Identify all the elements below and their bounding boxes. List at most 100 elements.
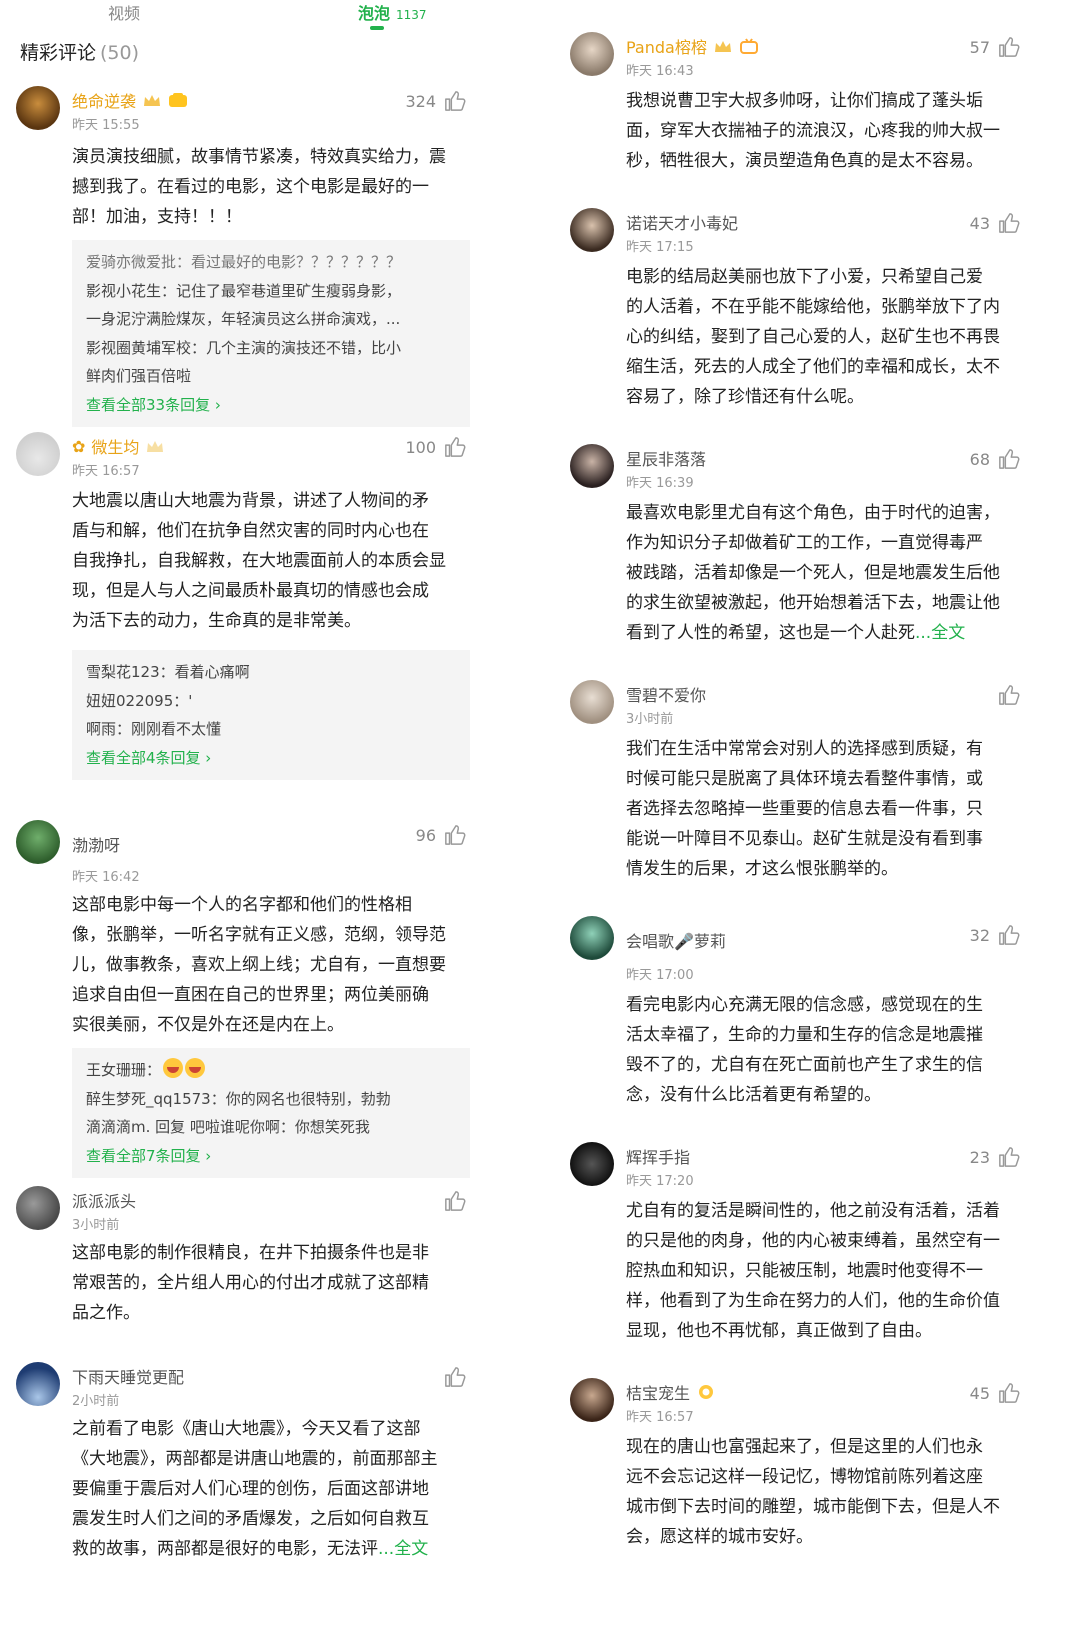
comment-author[interactable]: 会唱歌🎤萝莉 bbox=[626, 928, 726, 952]
reply-item[interactable]: 鲜肉们强百倍啦 bbox=[86, 362, 456, 391]
comment-line: 盾与和解，他们在抗争自然灾害的同时内心也在 bbox=[72, 521, 429, 541]
comment-author[interactable]: 绝命逆袭 bbox=[72, 88, 136, 112]
reply-item[interactable]: 影视小花生：记住了最窄巷道里矿生瘦弱身影， bbox=[86, 277, 456, 306]
comment-author[interactable]: 星辰非落落 bbox=[626, 446, 706, 470]
comment-line: 会，愿这样的城市安好。 bbox=[626, 1527, 813, 1547]
comment-line: 为活下去的动力，生命真的是非常美。 bbox=[72, 611, 361, 631]
comment-line: 电影的结局赵美丽也放下了小爱，只希望自己爱 bbox=[626, 267, 983, 287]
like-button[interactable] bbox=[990, 684, 1020, 706]
reply-item[interactable]: 啊雨：刚刚看不太懂 bbox=[86, 715, 456, 744]
comment-author[interactable]: 雪碧不爱你 bbox=[626, 682, 706, 706]
comment-author[interactable]: 下雨天睡觉更配 bbox=[72, 1364, 184, 1388]
comment-author[interactable]: Panda榕榕 bbox=[626, 34, 707, 58]
comment-line: 心的纠结，娶到了自己心爱的人，赵矿生也不再畏 bbox=[626, 327, 1000, 347]
laughing-emoji-icon bbox=[185, 1058, 206, 1078]
avatar[interactable] bbox=[570, 1378, 614, 1422]
comment-line: 要偏重于震后对人们心理的创伤，后面这部讲地 bbox=[72, 1479, 429, 1499]
tv-badge-icon bbox=[739, 38, 758, 54]
view-all-replies-link[interactable]: 查看全部4条回复 › bbox=[86, 744, 456, 773]
comment-line: 《大地震》，两部都是讲唐山地震的，前面那部主 bbox=[72, 1449, 438, 1469]
comment-time: 3小时前 bbox=[626, 712, 674, 727]
like-button[interactable]: 23 bbox=[970, 1146, 1020, 1168]
avatar[interactable] bbox=[16, 1362, 60, 1406]
level-badge-icon bbox=[699, 1385, 714, 1399]
avatar[interactable] bbox=[570, 680, 614, 724]
avatar[interactable] bbox=[16, 86, 60, 130]
like-button[interactable]: 43 bbox=[970, 212, 1020, 234]
comment-item: Panda榕榕 昨天 16:43 57 我想说曹卫宇大叔多帅呀，让你们搞成了蓬头… bbox=[570, 32, 1020, 192]
reply-item[interactable]: 一身泥泞满脸煤灰，年轻演员这么拼命演戏，... bbox=[86, 305, 456, 334]
comment-text: 我想说曹卫宇大叔多帅呀，让你们搞成了蓬头垢 面，穿军大衣揣袖子的流浪汉，心疼我的… bbox=[626, 86, 1026, 176]
reply-item[interactable]: 醉生梦死_qq1573：你的网名也很特别，勃勃 bbox=[86, 1085, 456, 1114]
like-button[interactable]: 68 bbox=[970, 448, 1020, 470]
like-button[interactable]: 100 bbox=[405, 436, 466, 458]
reply-item[interactable]: 爱骑亦微爱批：看过最好的电影？？？？？？？ bbox=[86, 248, 456, 277]
comment-author[interactable]: 渤渤呀 bbox=[72, 832, 120, 856]
avatar[interactable] bbox=[570, 208, 614, 252]
comment-line: 现在的唐山也富强起来了，但是这里的人们也永 bbox=[626, 1437, 983, 1457]
like-count: 57 bbox=[969, 37, 990, 57]
like-button[interactable] bbox=[436, 1366, 466, 1388]
comment-line: 缩生活，死去的人成全了他们的幸福和成长，太不 bbox=[626, 357, 1000, 377]
like-button[interactable]: 324 bbox=[405, 90, 466, 112]
comment-author[interactable]: 桔宝宠生 bbox=[626, 1380, 690, 1404]
comment-line: 能说一叶障目不见泰山。赵矿生就是没有看到事 bbox=[626, 829, 983, 849]
thumbs-up-icon bbox=[445, 1367, 466, 1387]
like-button[interactable]: 57 bbox=[970, 36, 1020, 58]
comment-line: 演员演技细腻，故事情节紧凑，特效真实给力，震 bbox=[72, 147, 446, 167]
comment-line: 追求自由但一直困在自己的世界里；两位美丽确 bbox=[72, 985, 429, 1005]
reply-item[interactable]: 妞妞022095：' bbox=[86, 687, 456, 716]
avatar[interactable] bbox=[570, 32, 614, 76]
tab-bar: 视频 泡泡 1137 bbox=[0, 0, 500, 34]
comment-time: 昨天 16:57 bbox=[72, 464, 140, 479]
like-count: 96 bbox=[415, 825, 436, 845]
section-count: (50) bbox=[100, 42, 140, 64]
full-text-link[interactable]: ...全文 bbox=[915, 623, 965, 643]
comment-time: 昨天 17:00 bbox=[626, 968, 694, 983]
comment-line: 作为知识分子却做着矿工的工作，一直觉得毒严 bbox=[626, 533, 983, 553]
crown-icon bbox=[147, 441, 164, 452]
thumbs-up-icon bbox=[999, 925, 1020, 945]
reply-item[interactable]: 影视圈黄埔军校：几个主演的演技还不错，比小 bbox=[86, 334, 456, 363]
comment-author[interactable]: 派派派头 bbox=[72, 1188, 136, 1212]
comment-line: 像，张鹏举，一听名字就有正义感，范纲，领导范 bbox=[72, 925, 446, 945]
comment-item: 桔宝宠生 昨天 16:57 45 现在的唐山也富强起来了，但是这里的人们也永 远… bbox=[570, 1378, 1020, 1568]
like-button[interactable] bbox=[436, 1190, 466, 1212]
comment-time: 昨天 16:42 bbox=[72, 870, 140, 885]
comment-line: 腔热血和知识，只能被压制，地震时他变得不一 bbox=[626, 1261, 983, 1281]
avatar[interactable] bbox=[16, 820, 60, 864]
like-button[interactable]: 32 bbox=[970, 924, 1020, 946]
view-all-replies-link[interactable]: 查看全部33条回复 › bbox=[86, 391, 456, 420]
comment-line: 撼到我了。在看过的电影，这个电影是最好的一 bbox=[72, 177, 429, 197]
comment-author[interactable]: 微生均 bbox=[91, 434, 139, 458]
comment-line: 救的故事，两部都是很好的电影，无法评 bbox=[72, 1539, 378, 1559]
avatar[interactable] bbox=[570, 444, 614, 488]
like-button[interactable]: 45 bbox=[970, 1382, 1020, 1404]
tab-video[interactable]: 视频 bbox=[108, 0, 140, 24]
reply-item[interactable]: 滴滴滴m. 回复 吧啦谁呢你啊：你想笑死我 bbox=[86, 1113, 456, 1142]
avatar[interactable] bbox=[570, 916, 614, 960]
tab-bubble[interactable]: 泡泡 1137 bbox=[358, 0, 427, 24]
thumbs-up-icon bbox=[445, 1191, 466, 1211]
comment-time: 3小时前 bbox=[72, 1218, 120, 1233]
vip-badge-icon bbox=[169, 93, 188, 107]
comment-line-last: 看到了人性的希望，这也是一个人赴死...全文 bbox=[626, 618, 1026, 648]
comment-line: 城市倒下去时间的雕塑，城市能倒下去，但是人不 bbox=[626, 1497, 1000, 1517]
reply-item[interactable]: 王女珊珊： bbox=[86, 1056, 456, 1085]
comment-text: 大地震以唐山大地震为背景，讲述了人物间的矛 盾与和解，他们在抗争自然灾害的同时内… bbox=[72, 486, 472, 636]
avatar[interactable] bbox=[16, 432, 60, 476]
full-text-link[interactable]: ...全文 bbox=[378, 1539, 428, 1559]
comment-line: 远不会忘记这样一段记忆，博物馆前陈列着这座 bbox=[626, 1467, 983, 1487]
avatar[interactable] bbox=[16, 1186, 60, 1230]
like-button[interactable]: 96 bbox=[416, 824, 466, 846]
comment-author[interactable]: 辉挥手指 bbox=[626, 1144, 690, 1168]
comment-author[interactable]: 诺诺天才小毒妃 bbox=[626, 210, 738, 234]
view-all-replies-link[interactable]: 查看全部7条回复 › bbox=[86, 1142, 456, 1171]
comment-line: 的只是他的肉身，他的内心被束缚着，虽然空有一 bbox=[626, 1231, 1000, 1251]
avatar[interactable] bbox=[570, 1142, 614, 1186]
comment-time: 昨天 17:15 bbox=[626, 240, 694, 255]
comment-text: 电影的结局赵美丽也放下了小爱，只希望自己爱 的人活着，不在乎能不能嫁给他，张鹏举… bbox=[626, 262, 1026, 412]
crown-icon bbox=[144, 95, 161, 106]
comment-time: 2小时前 bbox=[72, 1394, 120, 1409]
reply-item[interactable]: 雪梨花123：看着心痛啊 bbox=[86, 658, 456, 687]
